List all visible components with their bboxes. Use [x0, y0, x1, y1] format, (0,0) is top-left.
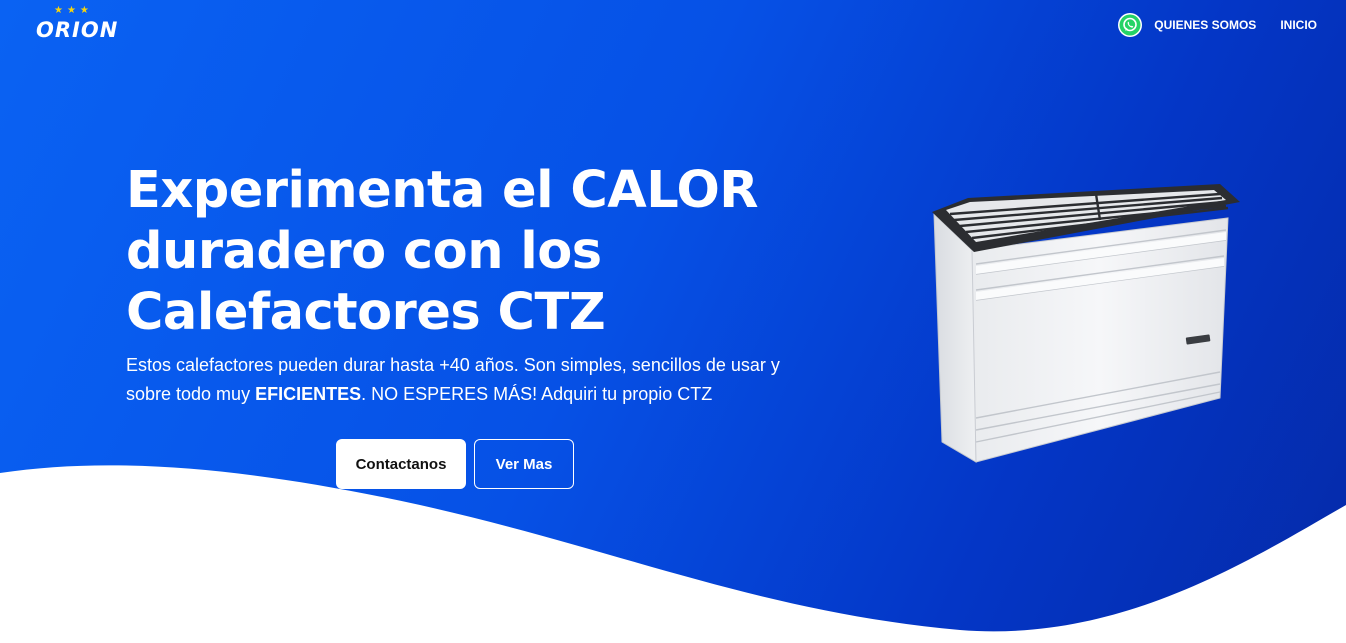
hero-title: Experimenta el CALOR duradero con los Ca… — [126, 160, 826, 343]
nav-inicio[interactable]: INICIO — [1280, 18, 1317, 32]
ver-mas-button[interactable]: Ver Mas — [474, 439, 574, 489]
hero-title-line-3: Calefactores CTZ — [126, 283, 606, 342]
hero-section: ★★★ ORION QUIENES SOMOS INICIO Experimen… — [0, 0, 1346, 643]
hero-desc-bold: EFICIENTES — [255, 384, 362, 404]
whatsapp-icon[interactable] — [1118, 13, 1143, 37]
hero-title-line-1: Experimenta el CALOR — [126, 161, 759, 220]
top-nav: QUIENES SOMOS INICIO — [1118, 13, 1317, 37]
hero-title-line-2: duradero con los — [126, 222, 602, 281]
hero-description: Estos calefactores pueden durar hasta +4… — [126, 351, 806, 409]
contactanos-button[interactable]: Contactanos — [336, 439, 466, 489]
logo-stars: ★★★ — [54, 5, 93, 16]
logo-text: ORION — [36, 18, 119, 42]
nav-quienes-somos[interactable]: QUIENES SOMOS — [1154, 18, 1256, 32]
hero-desc-part-2: . NO ESPERES MÁS! Adquiri tu propio CTZ — [361, 384, 713, 404]
heater-product-image — [932, 184, 1240, 463]
orion-logo[interactable]: ★★★ ORION — [36, 5, 119, 46]
